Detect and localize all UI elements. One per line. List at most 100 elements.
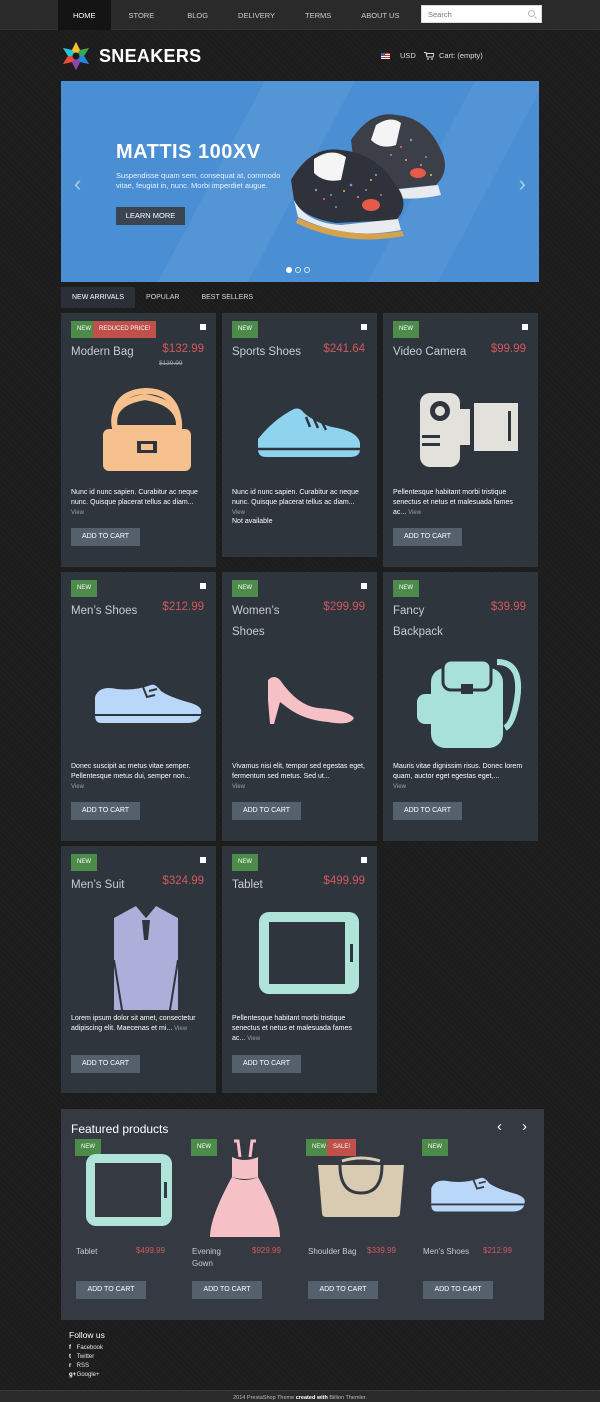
logo-icon[interactable] (61, 41, 91, 71)
availability-status: Not available (232, 518, 273, 525)
shoe-icon[interactable] (427, 1171, 527, 1215)
add-to-cart-button[interactable]: ADD TO CART (423, 1281, 493, 1299)
tab-best-sellers[interactable]: BEST SELLERS (190, 287, 264, 308)
footer-created: created with (295, 1395, 328, 1401)
search-input[interactable] (422, 6, 522, 22)
product-description: Donec suscipit ac metus vitae semper. Pe… (71, 762, 204, 792)
product-name[interactable]: Sports Shoes (232, 342, 301, 363)
product-name[interactable]: Modern Bag (71, 342, 134, 363)
search-icon[interactable] (528, 10, 535, 17)
product-name[interactable]: Video Camera (393, 342, 466, 363)
compare-checkbox[interactable] (361, 324, 367, 330)
featured-name[interactable]: Evening Gown (192, 1246, 237, 1270)
add-to-cart-button[interactable]: ADD TO CART (232, 802, 301, 820)
camera-icon[interactable] (420, 391, 520, 471)
nav-about-us[interactable]: ABOUT US (346, 0, 414, 30)
main-nav: HOME STORE BLOG DELIVERY TERMS ABOUT US (58, 0, 414, 30)
compare-checkbox[interactable] (522, 324, 528, 330)
twitter-link[interactable]: t Twitter (69, 1353, 103, 1362)
compare-checkbox[interactable] (200, 583, 206, 589)
compare-checkbox[interactable] (200, 857, 206, 863)
currency-selector[interactable]: USD (381, 51, 416, 60)
add-to-cart-button[interactable]: ADD TO CART (308, 1281, 378, 1299)
google-plus-link[interactable]: g+ Google+ (69, 1371, 103, 1380)
product-name[interactable]: Fancy Backpack (393, 601, 463, 643)
nav-delivery[interactable]: DELIVERY (223, 0, 290, 30)
add-to-cart-button[interactable]: ADD TO CART (71, 802, 140, 820)
view-link[interactable]: View (174, 1026, 187, 1032)
add-to-cart-button[interactable]: ADD TO CART (232, 1055, 301, 1073)
slider-dot[interactable] (304, 267, 310, 273)
compare-checkbox[interactable] (361, 857, 367, 863)
view-link[interactable]: View (71, 784, 84, 790)
product-card: NEW Fancy Backpack $39.99 Mauris vitae d… (383, 572, 538, 841)
product-description: Mauris vitae dignissim risus. Donec lore… (393, 762, 526, 792)
learn-more-button[interactable]: LEARN MORE (116, 207, 185, 225)
product-name[interactable]: Men’s Shoes (71, 601, 137, 622)
add-to-cart-button[interactable]: ADD TO CART (76, 1281, 146, 1299)
shoulder-bag-icon[interactable] (316, 1153, 406, 1219)
footer-author[interactable]: Billion Themler. (329, 1395, 367, 1401)
product-description: Pellentesque habitant morbi tristique se… (232, 1014, 365, 1044)
suit-icon[interactable] (108, 900, 184, 1012)
brand-name[interactable]: SNEAKERS (99, 46, 201, 67)
featured-name[interactable]: Shoulder Bag (308, 1246, 356, 1258)
facebook-link[interactable]: f Facebook (69, 1344, 103, 1353)
featured-prev-arrow[interactable]: ‹ (497, 1118, 502, 1135)
product-description: Nunc id nunc sapien. Curabitur ac neque … (71, 488, 204, 518)
nav-store[interactable]: STORE (111, 0, 173, 30)
add-to-cart-button[interactable]: ADD TO CART (71, 528, 140, 546)
nav-blog[interactable]: BLOG (172, 0, 223, 30)
shoe-icon[interactable] (91, 677, 203, 727)
add-to-cart-button[interactable]: ADD TO CART (192, 1281, 262, 1299)
view-link[interactable]: View (71, 510, 84, 516)
tablet-icon[interactable] (84, 1152, 174, 1228)
rss-link[interactable]: r RSS (69, 1362, 103, 1371)
product-description: Nunc id nunc sapien. Curabitur ac neque … (232, 488, 365, 518)
product-price: $132.99 (162, 343, 204, 355)
view-link[interactable]: View (408, 510, 421, 516)
tab-popular[interactable]: POPULAR (135, 287, 190, 308)
product-name[interactable]: Women’s Shoes (232, 601, 302, 643)
new-badge: NEW (232, 321, 258, 338)
cart-link[interactable]: Cart: (empty) (424, 51, 483, 60)
dress-icon[interactable] (208, 1137, 282, 1241)
product-name[interactable]: Men’s Suit (71, 875, 124, 896)
nav-terms[interactable]: TERMS (290, 0, 346, 30)
add-to-cart-button[interactable]: ADD TO CART (393, 528, 462, 546)
description-text: Vivamus nisi elit, tempor sed egestas eg… (232, 763, 365, 780)
social-label: Facebook (76, 1345, 104, 1351)
slider-next-arrow[interactable]: › (519, 171, 526, 197)
add-to-cart-button[interactable]: ADD TO CART (393, 802, 462, 820)
footer-theme-link[interactable]: PrestaShop Theme (247, 1395, 294, 1401)
tab-new-arrivals[interactable]: NEW ARRIVALS (61, 287, 135, 308)
featured-next-arrow[interactable]: › (522, 1118, 527, 1135)
compare-checkbox[interactable] (361, 583, 367, 589)
view-link[interactable]: View (247, 1036, 260, 1042)
footer-year: 2014 (233, 1395, 246, 1401)
add-to-cart-button[interactable]: ADD TO CART (71, 1055, 140, 1073)
featured-price: $929.99 (252, 1246, 281, 1255)
product-card: NEW Sports Shoes $241.64 Nunc id nunc sa… (222, 313, 377, 557)
featured-name[interactable]: Tablet (76, 1246, 97, 1258)
new-badge: NEW (232, 580, 258, 597)
new-badge: NEW (71, 580, 97, 597)
slider-prev-arrow[interactable]: ‹ (74, 171, 81, 197)
backpack-icon[interactable] (417, 650, 523, 750)
heel-icon[interactable] (258, 672, 358, 732)
view-link[interactable]: View (393, 784, 406, 790)
view-link[interactable]: View (232, 510, 245, 516)
bag-icon[interactable] (99, 383, 195, 479)
slider-dot[interactable] (295, 267, 301, 273)
product-name[interactable]: Tablet (232, 875, 263, 896)
new-badge: NEW (422, 1139, 448, 1156)
view-link[interactable]: View (232, 784, 245, 790)
tablet-icon[interactable] (257, 910, 361, 996)
featured-products: Featured products ‹ › NEW Tablet $499.99… (61, 1109, 544, 1320)
social-label: RSS (76, 1363, 90, 1369)
sneaker-icon[interactable] (254, 401, 364, 461)
slider-dot[interactable] (286, 267, 292, 273)
compare-checkbox[interactable] (200, 324, 206, 330)
featured-name[interactable]: Men’s Shoes (423, 1246, 469, 1258)
nav-home[interactable]: HOME (58, 0, 111, 30)
